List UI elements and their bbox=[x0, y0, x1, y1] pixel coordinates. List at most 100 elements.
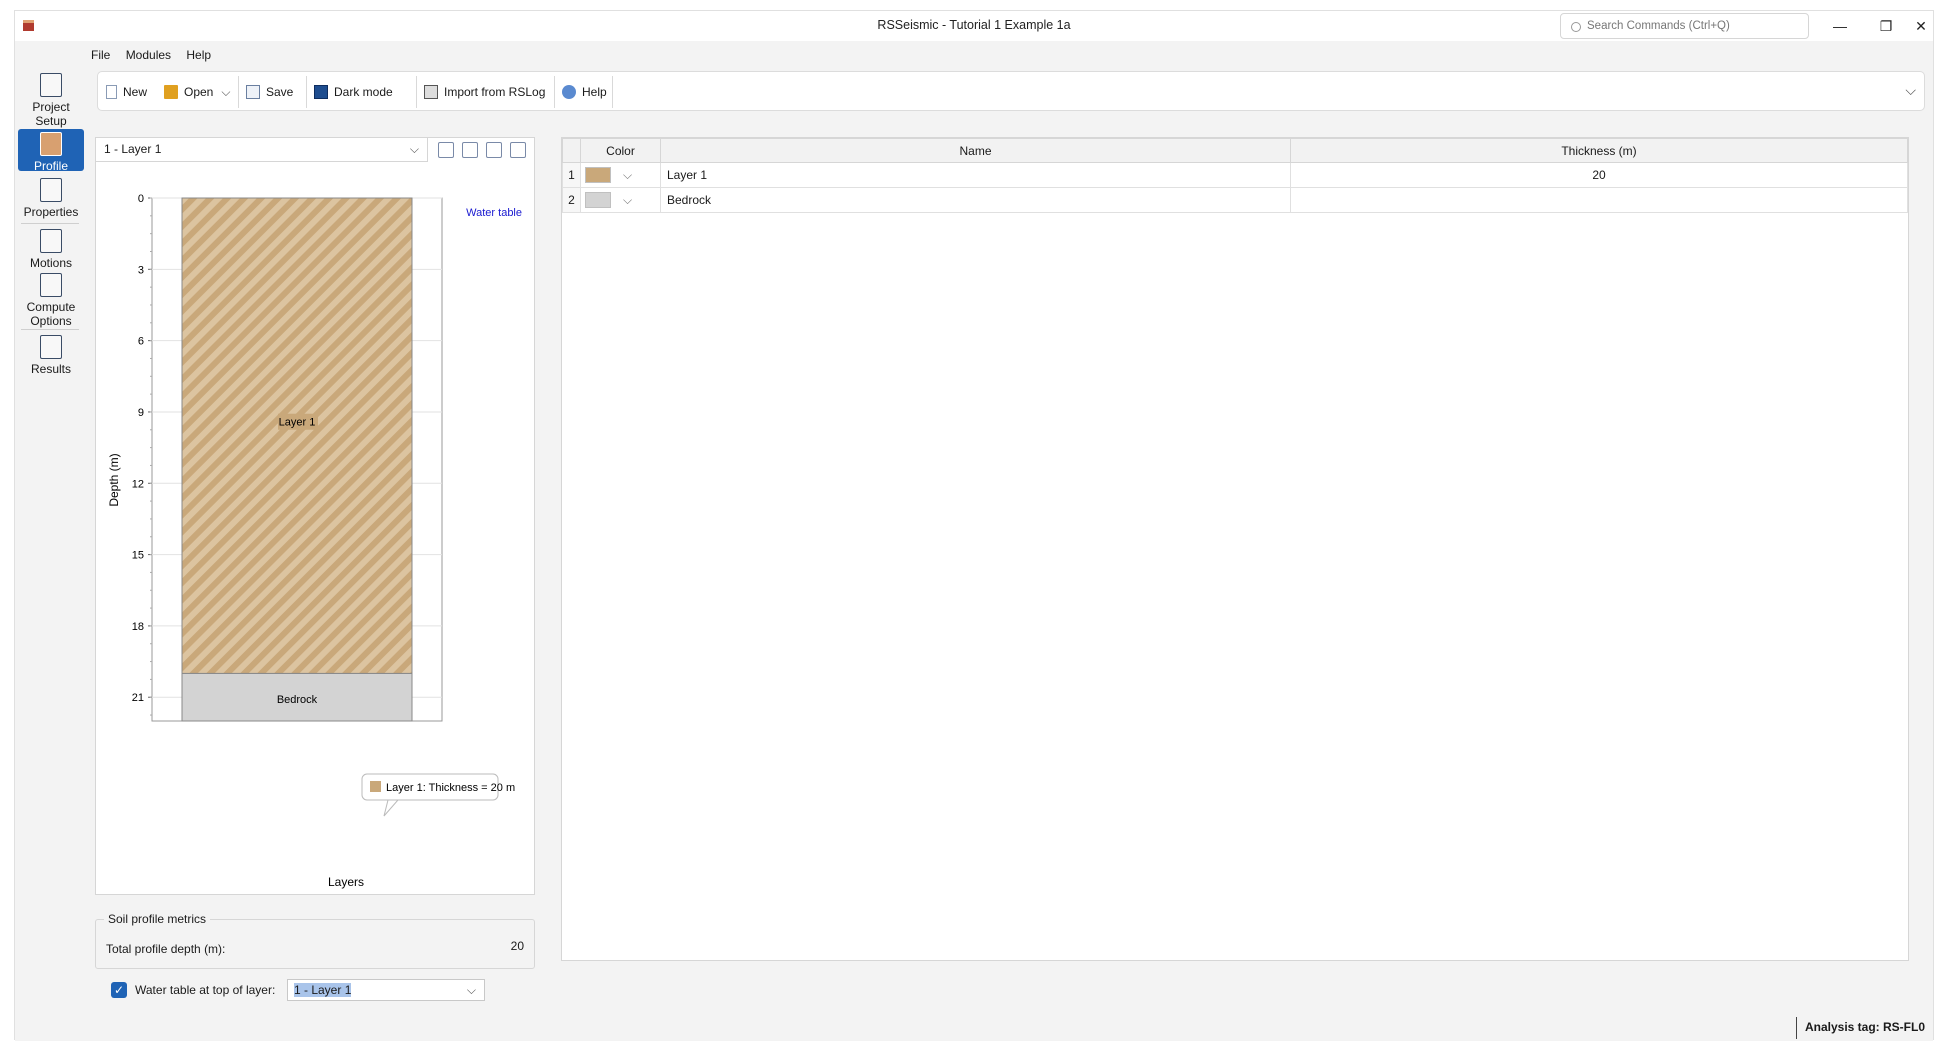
dark-mode-icon bbox=[314, 85, 328, 99]
total-depth-value: 20 bbox=[510, 939, 524, 953]
delete-layer-icon[interactable] bbox=[486, 142, 502, 158]
water-table-layer-select[interactable]: 1 - Layer 1 ⌵ bbox=[287, 979, 485, 1001]
toolbar-divider bbox=[554, 76, 555, 108]
sidebar-item-project-setup[interactable]: Project Setup bbox=[18, 71, 84, 128]
water-table-layer-value: 1 - Layer 1 bbox=[294, 983, 352, 997]
profile-view-panel: 1 - Layer 1 ⌵ Layer 1 Bedrock 0 3 6 9 12 15 18 2… bbox=[95, 137, 535, 895]
menu-bar: File Modules Help bbox=[85, 45, 217, 65]
title-bar: RSSeismic - Tutorial 1 Example 1a Search… bbox=[15, 11, 1933, 41]
split-layer-icon[interactable] bbox=[510, 142, 526, 158]
row-index: 1 bbox=[562, 162, 581, 188]
help-label: Help bbox=[582, 85, 607, 99]
save-icon bbox=[246, 85, 260, 99]
toolbar-divider bbox=[306, 76, 307, 108]
properties-icon bbox=[40, 178, 62, 202]
search-icon bbox=[1571, 22, 1581, 32]
column-header-color[interactable]: Color bbox=[580, 138, 661, 163]
add-layer-below-icon[interactable] bbox=[438, 142, 454, 158]
table-row[interactable]: 2 ⌵ Bedrock bbox=[562, 187, 1908, 213]
menu-help[interactable]: Help bbox=[180, 45, 217, 65]
ribbon-expand-icon[interactable]: ⌵ bbox=[1905, 82, 1916, 99]
help-icon bbox=[562, 85, 576, 99]
compute-options-icon bbox=[40, 273, 62, 297]
import-rslog-button[interactable]: Import from RSLog bbox=[424, 80, 545, 104]
folder-icon bbox=[164, 85, 178, 99]
dark-mode-button[interactable]: Dark mode bbox=[314, 80, 393, 104]
layer-label: Layer 1 bbox=[279, 417, 316, 429]
sidebar-item-motions[interactable]: Motions bbox=[18, 227, 84, 270]
sidebar-item-label: Properties bbox=[23, 205, 79, 219]
color-cell[interactable]: ⌵ bbox=[580, 187, 661, 213]
y-tick-label: 15 bbox=[132, 550, 144, 562]
sidebar-item-compute-options[interactable]: Compute Options bbox=[18, 271, 84, 328]
water-table-checkbox[interactable]: ✓ bbox=[111, 982, 127, 998]
row-header-corner bbox=[562, 138, 581, 163]
toolbar-divider bbox=[238, 76, 239, 108]
column-header-name[interactable]: Name bbox=[660, 138, 1291, 163]
layers-table: Color Name Thickness (m) 1 ⌵ Layer 1 20 … bbox=[561, 137, 1909, 961]
new-button[interactable]: New bbox=[106, 80, 147, 104]
thickness-cell[interactable]: 20 bbox=[1290, 162, 1908, 188]
name-cell[interactable]: Bedrock bbox=[660, 187, 1291, 213]
menu-file[interactable]: File bbox=[85, 45, 116, 65]
results-icon bbox=[40, 335, 62, 359]
y-tick-label: 18 bbox=[132, 621, 144, 633]
chevron-down-icon: ⌵ bbox=[221, 84, 231, 99]
toolbar-divider bbox=[416, 76, 417, 108]
sidebar-item-properties[interactable]: Properties bbox=[18, 175, 84, 219]
sidebar-item-results[interactable]: Results bbox=[18, 333, 84, 377]
restore-button[interactable]: ❐ bbox=[1863, 11, 1909, 41]
water-table-row: ✓ Water table at top of layer: 1 - Layer… bbox=[111, 979, 485, 1001]
analysis-tag: Analysis tag: RS-FL0 bbox=[1795, 1017, 1933, 1039]
name-cell[interactable]: Layer 1 bbox=[660, 162, 1291, 188]
y-tick-label: 3 bbox=[138, 264, 144, 276]
chevron-down-icon[interactable]: ⌵ bbox=[623, 168, 632, 183]
sidebar-divider bbox=[21, 329, 79, 330]
toolbar-divider bbox=[612, 76, 613, 108]
color-swatch bbox=[585, 192, 611, 208]
search-placeholder: Search Commands (Ctrl+Q) bbox=[1587, 20, 1730, 32]
layer-label: Bedrock bbox=[277, 694, 318, 706]
open-button[interactable]: Open ⌵ bbox=[164, 80, 230, 104]
search-commands-input[interactable]: Search Commands (Ctrl+Q) bbox=[1560, 13, 1809, 39]
new-label: New bbox=[123, 85, 148, 99]
sidebar-item-label: Motions bbox=[29, 256, 73, 270]
sidebar-item-label: Results bbox=[30, 362, 71, 376]
new-file-icon bbox=[106, 85, 117, 99]
total-depth-label: Total profile depth (m): bbox=[106, 942, 226, 956]
layer-tooltip: Layer 1: Thickness = 20 m bbox=[361, 773, 515, 817]
y-axis-label: Depth (m) bbox=[107, 453, 121, 506]
column-header-thickness[interactable]: Thickness (m) bbox=[1290, 138, 1908, 163]
y-tick-label: 12 bbox=[132, 478, 144, 490]
layer-dropdown[interactable]: 1 - Layer 1 ⌵ bbox=[96, 138, 428, 162]
chevron-down-icon[interactable]: ⌵ bbox=[623, 193, 632, 208]
profile-icon bbox=[40, 132, 62, 156]
soil-profile-metrics: Soil profile metrics Total profile depth… bbox=[95, 912, 535, 969]
save-button[interactable]: Save bbox=[246, 80, 293, 104]
y-tick-label: 6 bbox=[138, 336, 144, 348]
table-row[interactable]: 1 ⌵ Layer 1 20 bbox=[562, 162, 1908, 188]
motions-icon bbox=[40, 229, 62, 253]
app-window: RSSeismic - Tutorial 1 Example 1a Search… bbox=[14, 10, 1934, 1041]
row-index: 2 bbox=[562, 187, 581, 213]
module-sidebar: Project Setup Profile Properties Motions… bbox=[15, 71, 85, 1031]
chevron-down-icon: ⌵ bbox=[409, 142, 419, 156]
save-label: Save bbox=[266, 85, 294, 99]
metrics-title: Soil profile metrics bbox=[104, 912, 211, 926]
tooltip-text: Layer 1: Thickness = 20 m bbox=[386, 782, 515, 794]
profile-chart: Layer 1 Bedrock 0 3 6 9 12 15 18 21 Depth (m) La… bbox=[107, 193, 522, 889]
open-label: Open bbox=[184, 85, 214, 99]
tooltip-swatch bbox=[370, 781, 381, 792]
color-cell[interactable]: ⌵ bbox=[580, 162, 661, 188]
help-button[interactable]: Help bbox=[562, 80, 607, 104]
close-button[interactable]: ✕ bbox=[1909, 11, 1933, 41]
thickness-cell[interactable] bbox=[1290, 187, 1908, 213]
add-layer-above-icon[interactable] bbox=[462, 142, 478, 158]
layer-bar bbox=[181, 197, 413, 674]
sidebar-item-profile[interactable]: Profile bbox=[18, 129, 84, 173]
layer-dropdown-value: 1 - Layer 1 bbox=[104, 142, 162, 156]
menu-modules[interactable]: Modules bbox=[120, 45, 177, 65]
x-axis-label: Layers bbox=[328, 875, 364, 889]
minimize-button[interactable]: — bbox=[1817, 11, 1863, 41]
y-tick-label: 9 bbox=[138, 407, 144, 419]
